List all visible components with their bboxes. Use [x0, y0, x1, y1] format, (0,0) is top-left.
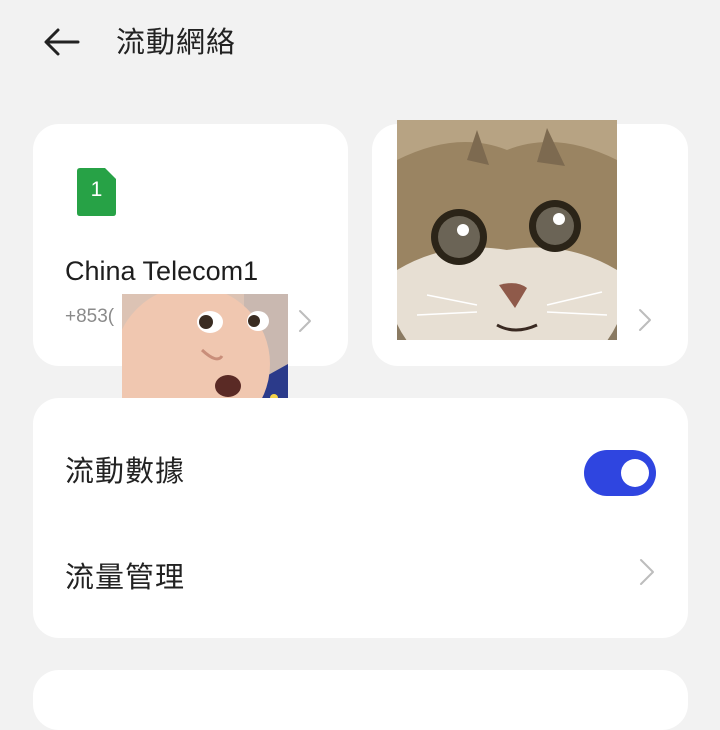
chevron-right-icon [299, 310, 311, 332]
back-arrow-icon [44, 28, 80, 56]
data-management-label: 流量管理 [65, 560, 186, 594]
page-title: 流動網絡 [116, 25, 237, 59]
data-management-row[interactable]: 流量管理 [33, 522, 688, 626]
next-settings-card [33, 670, 688, 730]
toggle-knob [621, 459, 649, 487]
mobile-data-toggle[interactable] [584, 450, 656, 496]
sim-slot-label: 1 [90, 178, 103, 201]
carrier-name: China Telecom1 [65, 256, 259, 286]
phone-number: +853( [65, 306, 115, 327]
chevron-right-icon [640, 559, 654, 585]
mobile-data-row[interactable]: 流動數據 [33, 416, 688, 520]
mobile-data-label: 流動數據 [65, 454, 186, 488]
mobile-network-settings-card: 流動數據 流量管理 [33, 398, 688, 638]
top-app-bar: 流動網絡 [0, 0, 720, 84]
chevron-right-icon [639, 309, 651, 331]
back-button[interactable] [40, 22, 84, 62]
cat-face-sticker-icon [397, 120, 617, 340]
